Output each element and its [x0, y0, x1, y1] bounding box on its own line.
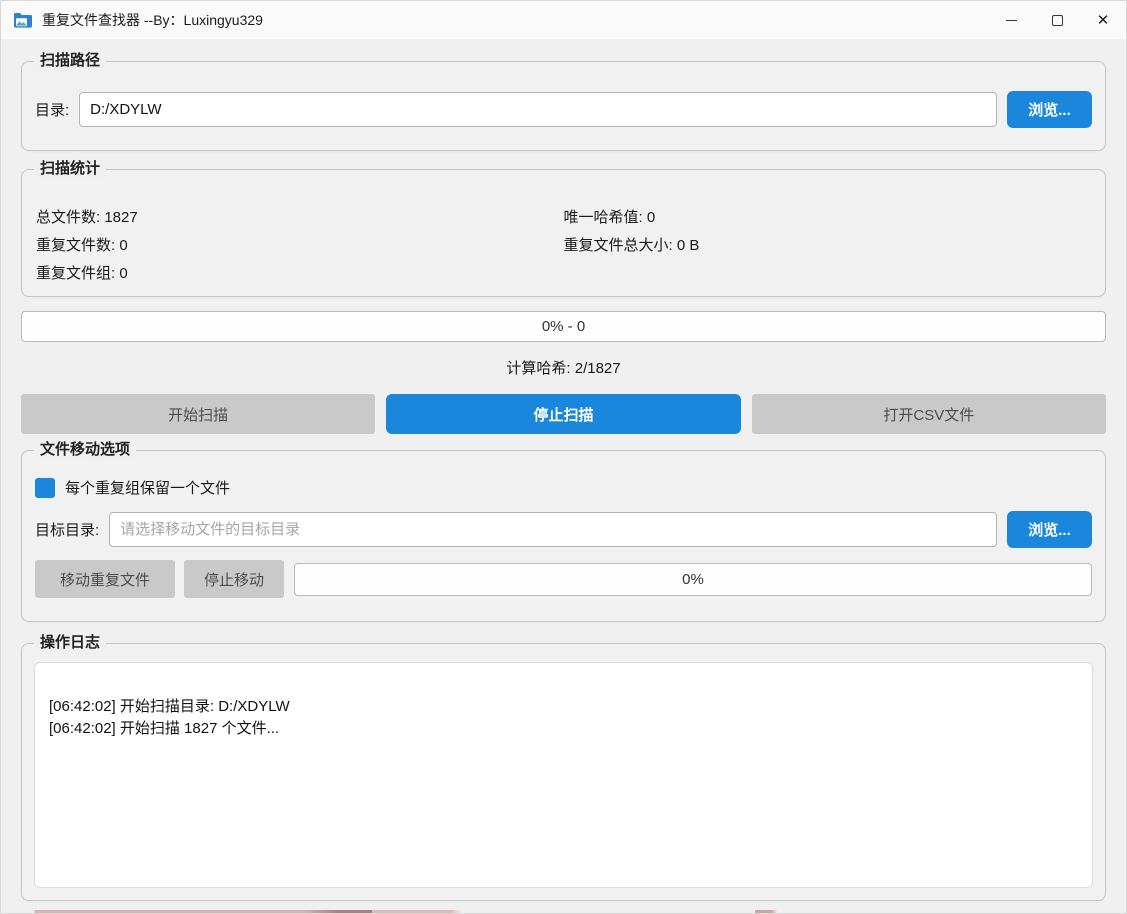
duplicate-size-stat: 重复文件总大小: 0 B: [564, 232, 1092, 260]
scan-progress-text: 0% - 0: [542, 318, 585, 335]
total-files-stat: 总文件数: 1827: [36, 204, 564, 232]
action-button-row: 开始扫描 停止扫描 打开CSV文件: [21, 394, 1106, 434]
maximize-icon: [1052, 15, 1063, 26]
screen-edge-artifact: [1, 910, 1126, 913]
keep-one-checkbox[interactable]: [35, 478, 55, 498]
duplicate-groups-stat: 重复文件组: 0: [36, 260, 564, 288]
directory-input[interactable]: [79, 92, 997, 127]
target-directory-label: 目标目录:: [35, 519, 99, 540]
maximize-button[interactable]: [1034, 1, 1080, 39]
move-duplicates-button[interactable]: 移动重复文件: [35, 560, 175, 598]
minimize-button[interactable]: [988, 1, 1034, 39]
window-controls: ✕: [988, 1, 1126, 39]
directory-label: 目录:: [35, 99, 69, 120]
window-title: 重复文件查找器 --By：Luxingyu329: [42, 10, 263, 30]
close-button[interactable]: ✕: [1080, 1, 1126, 39]
unique-hashes-value: 0: [647, 209, 655, 226]
unique-hashes-stat: 唯一哈希值: 0: [564, 204, 1092, 232]
duplicate-size-value: 0 B: [677, 237, 700, 254]
browse-target-button[interactable]: 浏览...: [1007, 511, 1092, 548]
scan-stats-group: 扫描统计 总文件数: 1827 重复文件数: 0 重复文件组: 0 唯一哈希值:: [21, 169, 1106, 297]
log-group: 操作日志 [06:42:02] 开始扫描目录: D:/XDYLW [06:42:…: [21, 643, 1106, 901]
minimize-icon: [1006, 20, 1017, 21]
stop-scan-button[interactable]: 停止扫描: [386, 394, 740, 434]
move-options-group-title: 文件移动选项: [34, 440, 136, 460]
main-content: 扫描路径 目录: 浏览... 扫描统计 总文件数: 1827 重复文件数: 0: [1, 39, 1126, 913]
scan-stats-group-title: 扫描统计: [34, 159, 106, 179]
stop-move-button[interactable]: 停止移动: [184, 560, 284, 598]
move-progress-text: 0%: [682, 571, 704, 588]
log-entry: [06:42:02] 开始扫描目录: D:/XDYLW: [49, 696, 1078, 718]
start-scan-button[interactable]: 开始扫描: [21, 394, 375, 434]
scan-path-group-title: 扫描路径: [34, 51, 106, 71]
app-folder-icon: [13, 12, 33, 29]
stats-left-column: 总文件数: 1827 重复文件数: 0 重复文件组: 0: [36, 204, 564, 288]
open-csv-button[interactable]: 打开CSV文件: [752, 394, 1106, 434]
scan-progress-bar: 0% - 0: [21, 311, 1106, 342]
keep-one-checkbox-label: 每个重复组保留一个文件: [65, 477, 230, 498]
close-icon: ✕: [1097, 11, 1110, 29]
scan-path-group: 扫描路径 目录: 浏览...: [21, 61, 1106, 151]
stats-right-column: 唯一哈希值: 0 重复文件总大小: 0 B: [564, 204, 1092, 288]
log-group-title: 操作日志: [34, 633, 106, 653]
app-window: 重复文件查找器 --By：Luxingyu329 ✕ 扫描路径 目录: 浏览..…: [0, 0, 1127, 914]
hash-status-text: 计算哈希: 2/1827: [21, 357, 1106, 378]
title-bar[interactable]: 重复文件查找器 --By：Luxingyu329 ✕: [1, 1, 1126, 39]
total-files-value: 1827: [104, 209, 137, 226]
move-progress-bar: 0%: [294, 563, 1092, 596]
target-directory-input[interactable]: [109, 512, 997, 547]
duplicate-groups-value: 0: [119, 265, 127, 282]
duplicate-files-stat: 重复文件数: 0: [36, 232, 564, 260]
duplicate-files-value: 0: [119, 237, 127, 254]
log-text-area[interactable]: [06:42:02] 开始扫描目录: D:/XDYLW [06:42:02] 开…: [34, 662, 1093, 888]
log-entry: [06:42:02] 开始扫描 1827 个文件...: [49, 718, 1078, 740]
browse-directory-button[interactable]: 浏览...: [1007, 91, 1092, 128]
move-options-group: 文件移动选项 每个重复组保留一个文件 目标目录: 浏览... 移动重复文件 停止…: [21, 450, 1106, 622]
